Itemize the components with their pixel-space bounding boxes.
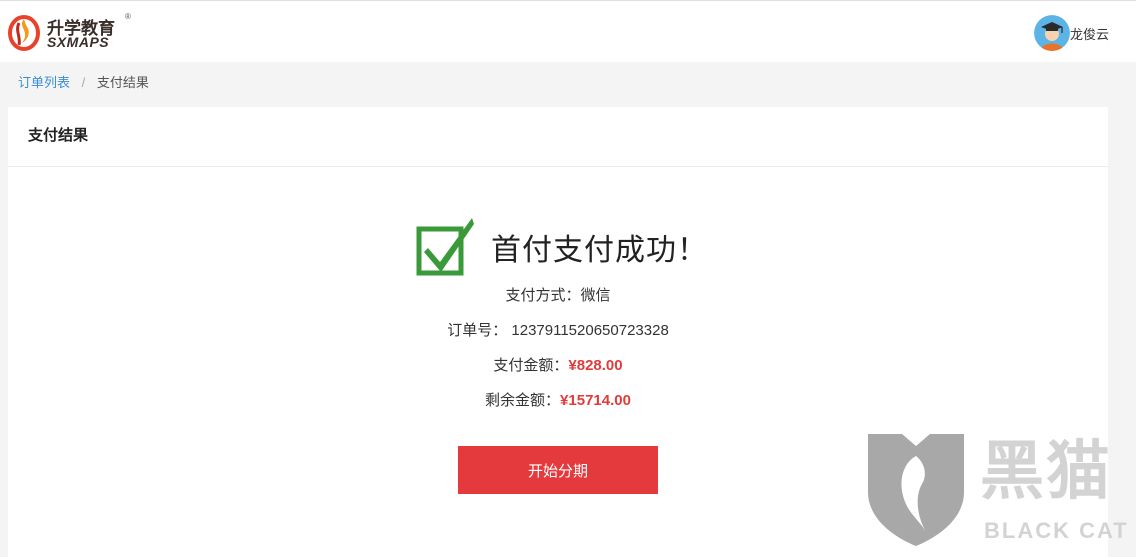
breadcrumb-separator: / <box>81 75 86 90</box>
success-check-icon <box>416 218 474 276</box>
avatar-graduate-icon <box>1033 15 1070 51</box>
remaining-amount-value: ¥15714.00 <box>560 392 631 409</box>
blackcat-watermark: 黑猫 BLACK CAT <box>866 432 1136 547</box>
remaining-amount-label: 剩余金额： <box>485 392 561 409</box>
card-title: 支付结果 <box>8 107 1108 167</box>
payment-method-label: 支付方式： <box>505 287 581 304</box>
breadcrumb-current: 支付结果 <box>96 75 149 90</box>
order-number-label: 订单号： <box>447 322 508 339</box>
order-number-line: 订单号： 1237911520650723328 <box>8 319 1108 340</box>
remaining-amount-line: 剩余金额：¥15714.00 <box>8 389 1108 410</box>
paid-amount-label: 支付金额： <box>493 357 569 374</box>
logo[interactable]: 升学教育 ® SXMAPS <box>7 12 137 53</box>
paid-amount-value: ¥828.00 <box>568 357 623 374</box>
logo-flame-icon <box>8 15 40 51</box>
logo-text-en: SXMAPS <box>47 34 110 50</box>
logo-registered-mark: ® <box>125 12 131 21</box>
avatar[interactable] <box>1033 15 1070 51</box>
breadcrumb: 订单列表 / 支付结果 <box>18 74 149 92</box>
user-menu[interactable]: 龙俊云 <box>1033 15 1109 51</box>
user-name[interactable]: 龙俊云 <box>1070 24 1109 43</box>
payment-method-line: 支付方式：微信 <box>8 284 1108 305</box>
paid-amount-line: 支付金额：¥828.00 <box>8 354 1108 375</box>
watermark-text-en: BLACK CAT <box>984 518 1129 543</box>
breadcrumb-link-orders[interactable]: 订单列表 <box>18 75 70 90</box>
order-number-value: 1237911520650723328 <box>511 322 669 339</box>
watermark-text-cn: 黑猫 <box>980 435 1112 507</box>
success-message: 首付支付成功！ <box>491 234 708 267</box>
blackcat-shield-icon <box>868 434 964 546</box>
payment-method-value: 微信 <box>580 287 611 304</box>
start-installment-button[interactable]: 开始分期 <box>458 446 658 494</box>
success-row: 首付支付成功！ <box>416 216 708 278</box>
top-bar: 升学教育 ® SXMAPS 龙俊云 <box>0 0 1136 62</box>
